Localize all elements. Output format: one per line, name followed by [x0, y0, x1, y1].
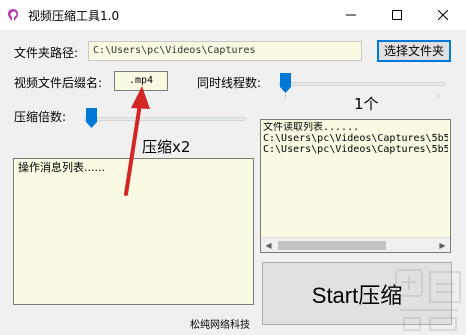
folder-path-label: 文件夹路径:	[14, 46, 79, 60]
minimize-icon	[346, 14, 356, 16]
folder-path-input[interactable]: C:\Users\pc\Videos\Captures	[88, 41, 362, 61]
scroll-right-icon[interactable]: ▶	[435, 238, 450, 253]
slider-track	[279, 82, 445, 86]
scrollbar-thumb[interactable]	[278, 241, 386, 250]
compression-value: 压缩x2	[142, 138, 191, 156]
slider-track	[84, 117, 246, 121]
scroll-left-icon[interactable]: ◀	[261, 238, 276, 253]
title-bar: 视频压缩工具1.0	[0, 0, 466, 30]
close-icon	[438, 10, 448, 20]
compression-slider[interactable]	[84, 106, 246, 132]
message-list[interactable]: 操作消息列表......	[13, 158, 254, 305]
maximize-button[interactable]	[374, 0, 420, 30]
window-title: 视频压缩工具1.0	[28, 9, 120, 23]
extension-label: 视频文件后缀名:	[14, 76, 103, 90]
footer-text: 松纯网络科技	[190, 320, 250, 331]
minimize-button[interactable]	[328, 0, 374, 30]
slider-tick	[285, 94, 286, 98]
slider-thumb[interactable]	[86, 108, 97, 128]
message-list-header: 操作消息列表......	[18, 161, 105, 174]
app-icon	[8, 9, 18, 21]
extension-input[interactable]: .mp4	[114, 71, 168, 91]
close-button[interactable]	[420, 0, 466, 30]
file-list-scrollbar[interactable]: ◀ ▶	[261, 237, 450, 252]
slider-tick	[438, 94, 439, 98]
compression-label: 压缩倍数:	[14, 110, 67, 124]
list-item: 文件读取列表......	[263, 122, 360, 133]
maximize-icon	[392, 10, 402, 20]
threads-value: 1个	[354, 95, 379, 113]
list-item: C:\Users\pc\Videos\Captures\5b52	[263, 144, 448, 155]
select-folder-button[interactable]: 选择文件夹	[377, 40, 451, 62]
list-item: C:\Users\pc\Videos\Captures\5b52	[263, 133, 448, 144]
watermark-logo	[395, 269, 461, 331]
slider-thumb[interactable]	[280, 73, 291, 93]
threads-label: 同时线程数:	[197, 76, 262, 90]
file-list[interactable]: 文件读取列表...... C:\Users\pc\Videos\Captures…	[260, 119, 451, 253]
